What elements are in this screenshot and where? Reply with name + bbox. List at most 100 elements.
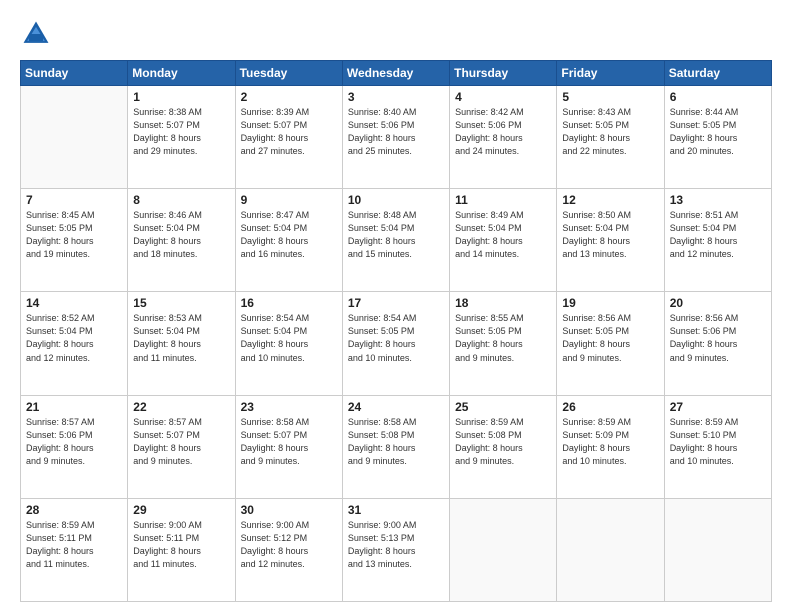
calendar-cell: 22 Sunrise: 8:57 AM Sunset: 5:07 PM Dayli…: [128, 395, 235, 498]
day-info: Sunrise: 8:39 AM Sunset: 5:07 PM Dayligh…: [241, 106, 337, 158]
calendar-cell: 8 Sunrise: 8:46 AM Sunset: 5:04 PM Daylig…: [128, 189, 235, 292]
day-info: Sunrise: 8:52 AM Sunset: 5:04 PM Dayligh…: [26, 312, 122, 364]
day-number: 22: [133, 400, 229, 414]
calendar-cell: 2 Sunrise: 8:39 AM Sunset: 5:07 PM Daylig…: [235, 86, 342, 189]
day-number: 24: [348, 400, 444, 414]
day-number: 4: [455, 90, 551, 104]
calendar-cell: 5 Sunrise: 8:43 AM Sunset: 5:05 PM Daylig…: [557, 86, 664, 189]
calendar-cell: [557, 498, 664, 601]
day-number: 29: [133, 503, 229, 517]
calendar-cell: 30Sunrise: 9:00 AM Sunset: 5:12 PM Dayli…: [235, 498, 342, 601]
day-number: 23: [241, 400, 337, 414]
day-number: 13: [670, 193, 766, 207]
weekday-header-sunday: Sunday: [21, 61, 128, 86]
calendar-cell: 9 Sunrise: 8:47 AM Sunset: 5:04 PM Daylig…: [235, 189, 342, 292]
day-number: 5: [562, 90, 658, 104]
calendar-cell: 17 Sunrise: 8:54 AM Sunset: 5:05 PM Dayli…: [342, 292, 449, 395]
day-info: Sunrise: 8:53 AM Sunset: 5:04 PM Dayligh…: [133, 312, 229, 364]
day-info: Sunrise: 8:56 AM Sunset: 5:05 PM Dayligh…: [562, 312, 658, 364]
day-info: Sunrise: 8:38 AM Sunset: 5:07 PM Dayligh…: [133, 106, 229, 158]
day-info: Sunrise: 8:48 AM Sunset: 5:04 PM Dayligh…: [348, 209, 444, 261]
day-number: 8: [133, 193, 229, 207]
day-info: Sunrise: 8:40 AM Sunset: 5:06 PM Dayligh…: [348, 106, 444, 158]
day-info: Sunrise: 8:42 AM Sunset: 5:06 PM Dayligh…: [455, 106, 551, 158]
day-info: Sunrise: 8:55 AM Sunset: 5:05 PM Dayligh…: [455, 312, 551, 364]
day-number: 3: [348, 90, 444, 104]
calendar-cell: 4 Sunrise: 8:42 AM Sunset: 5:06 PM Daylig…: [450, 86, 557, 189]
day-info: Sunrise: 8:59 AM Sunset: 5:11 PM Dayligh…: [26, 519, 122, 571]
day-number: 12: [562, 193, 658, 207]
calendar-cell: 14Sunrise: 8:52 AM Sunset: 5:04 PM Dayli…: [21, 292, 128, 395]
calendar-week-row: 21 Sunrise: 8:57 AM Sunset: 5:06 PM Dayli…: [21, 395, 772, 498]
calendar-cell: 26 Sunrise: 8:59 AM Sunset: 5:09 PM Dayli…: [557, 395, 664, 498]
calendar-cell: 20Sunrise: 8:56 AM Sunset: 5:06 PM Dayli…: [664, 292, 771, 395]
page: SundayMondayTuesdayWednesdayThursdayFrid…: [0, 0, 792, 612]
calendar-week-row: 1 Sunrise: 8:38 AM Sunset: 5:07 PM Daylig…: [21, 86, 772, 189]
weekday-header-monday: Monday: [128, 61, 235, 86]
day-number: 27: [670, 400, 766, 414]
calendar-week-row: 7 Sunrise: 8:45 AM Sunset: 5:05 PM Daylig…: [21, 189, 772, 292]
calendar-cell: 24 Sunrise: 8:58 AM Sunset: 5:08 PM Dayli…: [342, 395, 449, 498]
day-number: 26: [562, 400, 658, 414]
day-number: 21: [26, 400, 122, 414]
calendar-cell: 28 Sunrise: 8:59 AM Sunset: 5:11 PM Dayli…: [21, 498, 128, 601]
calendar-cell: [21, 86, 128, 189]
calendar-cell: 1 Sunrise: 8:38 AM Sunset: 5:07 PM Daylig…: [128, 86, 235, 189]
day-number: 17: [348, 296, 444, 310]
day-info: Sunrise: 8:45 AM Sunset: 5:05 PM Dayligh…: [26, 209, 122, 261]
day-number: 25: [455, 400, 551, 414]
calendar-cell: 21 Sunrise: 8:57 AM Sunset: 5:06 PM Dayli…: [21, 395, 128, 498]
day-info: Sunrise: 8:50 AM Sunset: 5:04 PM Dayligh…: [562, 209, 658, 261]
day-info: Sunrise: 8:58 AM Sunset: 5:08 PM Dayligh…: [348, 416, 444, 468]
calendar-cell: 11 Sunrise: 8:49 AM Sunset: 5:04 PM Dayli…: [450, 189, 557, 292]
day-info: Sunrise: 8:47 AM Sunset: 5:04 PM Dayligh…: [241, 209, 337, 261]
day-info: Sunrise: 9:00 AM Sunset: 5:13 PM Dayligh…: [348, 519, 444, 571]
day-info: Sunrise: 8:54 AM Sunset: 5:04 PM Dayligh…: [241, 312, 337, 364]
calendar-cell: 3 Sunrise: 8:40 AM Sunset: 5:06 PM Daylig…: [342, 86, 449, 189]
day-number: 7: [26, 193, 122, 207]
logo-icon: [20, 18, 52, 50]
day-info: Sunrise: 8:54 AM Sunset: 5:05 PM Dayligh…: [348, 312, 444, 364]
calendar-cell: 10Sunrise: 8:48 AM Sunset: 5:04 PM Dayli…: [342, 189, 449, 292]
header: [20, 18, 772, 50]
calendar-cell: 6 Sunrise: 8:44 AM Sunset: 5:05 PM Daylig…: [664, 86, 771, 189]
day-number: 19: [562, 296, 658, 310]
weekday-header-row: SundayMondayTuesdayWednesdayThursdayFrid…: [21, 61, 772, 86]
day-number: 6: [670, 90, 766, 104]
calendar-table: SundayMondayTuesdayWednesdayThursdayFrid…: [20, 60, 772, 602]
calendar-cell: 23 Sunrise: 8:58 AM Sunset: 5:07 PM Dayli…: [235, 395, 342, 498]
day-number: 30: [241, 503, 337, 517]
day-number: 20: [670, 296, 766, 310]
day-info: Sunrise: 8:58 AM Sunset: 5:07 PM Dayligh…: [241, 416, 337, 468]
day-info: Sunrise: 8:59 AM Sunset: 5:10 PM Dayligh…: [670, 416, 766, 468]
calendar-cell: 27 Sunrise: 8:59 AM Sunset: 5:10 PM Dayli…: [664, 395, 771, 498]
day-number: 28: [26, 503, 122, 517]
day-number: 9: [241, 193, 337, 207]
weekday-header-thursday: Thursday: [450, 61, 557, 86]
day-info: Sunrise: 8:57 AM Sunset: 5:07 PM Dayligh…: [133, 416, 229, 468]
weekday-header-saturday: Saturday: [664, 61, 771, 86]
calendar-cell: 18Sunrise: 8:55 AM Sunset: 5:05 PM Dayli…: [450, 292, 557, 395]
day-number: 11: [455, 193, 551, 207]
calendar-week-row: 28 Sunrise: 8:59 AM Sunset: 5:11 PM Dayli…: [21, 498, 772, 601]
day-info: Sunrise: 8:43 AM Sunset: 5:05 PM Dayligh…: [562, 106, 658, 158]
day-info: Sunrise: 8:59 AM Sunset: 5:08 PM Dayligh…: [455, 416, 551, 468]
calendar-cell: [450, 498, 557, 601]
day-number: 31: [348, 503, 444, 517]
weekday-header-friday: Friday: [557, 61, 664, 86]
day-number: 2: [241, 90, 337, 104]
day-number: 1: [133, 90, 229, 104]
calendar-cell: 29Sunrise: 9:00 AM Sunset: 5:11 PM Dayli…: [128, 498, 235, 601]
calendar-cell: 15Sunrise: 8:53 AM Sunset: 5:04 PM Dayli…: [128, 292, 235, 395]
day-info: Sunrise: 8:57 AM Sunset: 5:06 PM Dayligh…: [26, 416, 122, 468]
day-info: Sunrise: 8:49 AM Sunset: 5:04 PM Dayligh…: [455, 209, 551, 261]
weekday-header-tuesday: Tuesday: [235, 61, 342, 86]
calendar-cell: 25 Sunrise: 8:59 AM Sunset: 5:08 PM Dayli…: [450, 395, 557, 498]
day-info: Sunrise: 8:59 AM Sunset: 5:09 PM Dayligh…: [562, 416, 658, 468]
day-info: Sunrise: 8:46 AM Sunset: 5:04 PM Dayligh…: [133, 209, 229, 261]
logo: [20, 18, 56, 50]
calendar-cell: 7 Sunrise: 8:45 AM Sunset: 5:05 PM Daylig…: [21, 189, 128, 292]
day-info: Sunrise: 8:51 AM Sunset: 5:04 PM Dayligh…: [670, 209, 766, 261]
day-info: Sunrise: 8:44 AM Sunset: 5:05 PM Dayligh…: [670, 106, 766, 158]
calendar-cell: [664, 498, 771, 601]
